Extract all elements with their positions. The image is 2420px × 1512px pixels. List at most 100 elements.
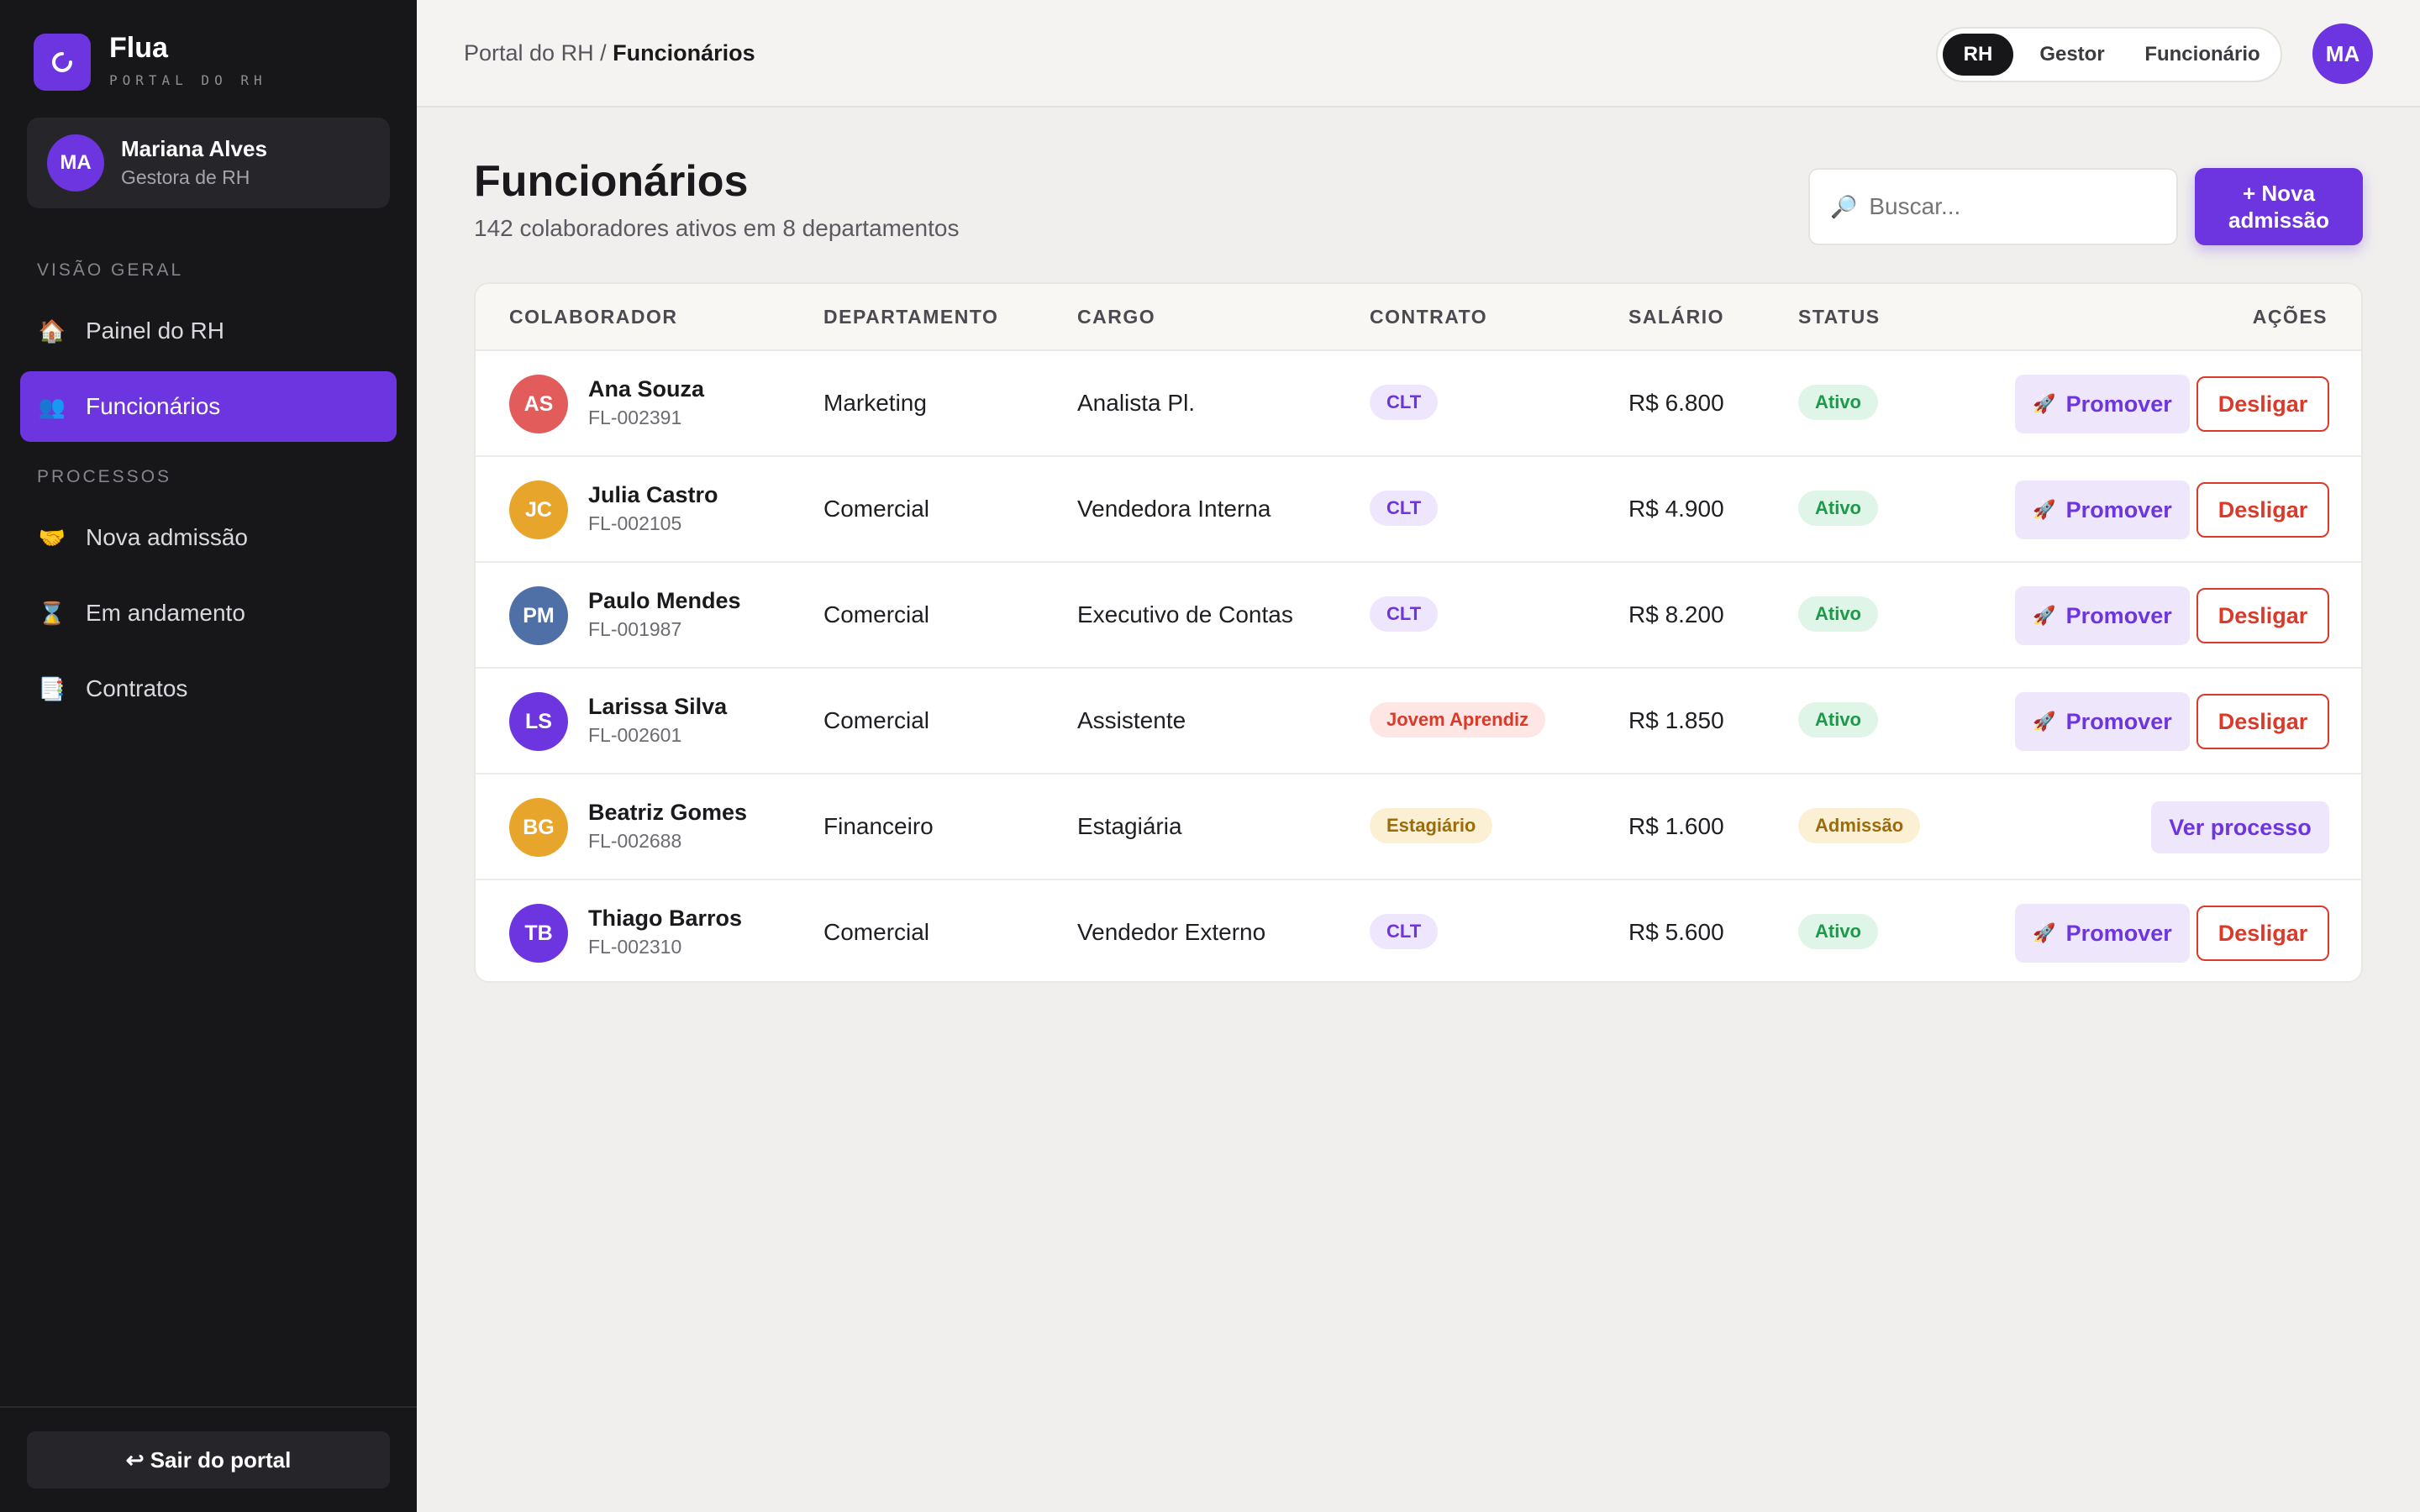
hourglass-icon: ⌛: [38, 600, 66, 626]
sidebar-item-label: Em andamento: [86, 600, 245, 626]
promote-label: Promover: [2065, 708, 2172, 734]
contract-badge: CLT: [1370, 914, 1439, 949]
table-row[interactable]: LS Larissa Silva FL-002601 Comercial Ass…: [476, 669, 2361, 774]
employee-name[interactable]: Paulo Mendes: [588, 588, 741, 614]
brand-subtitle: PORTAL DO RH: [109, 72, 267, 88]
column-header: COLABORADOR: [509, 306, 678, 328]
sidebar-item-em-andamento[interactable]: ⌛ Em andamento: [20, 578, 397, 648]
user-name: Mariana Alves: [121, 136, 267, 161]
column-header: CONTRATO: [1370, 306, 1488, 328]
table-row[interactable]: TB Thiago Barros FL-002310 Comercial Ven…: [476, 880, 2361, 981]
avatar: LS: [509, 692, 568, 751]
search-icon: 🔎: [1830, 193, 1858, 219]
table-row[interactable]: JC Julia Castro FL-002105 Comercial Vend…: [476, 457, 2361, 563]
avatar: JC: [509, 480, 568, 539]
rocket-icon: 🚀: [2033, 922, 2056, 943]
promote-button[interactable]: 🚀 Promover: [2015, 586, 2190, 645]
column-header: DEPARTAMENTO: [823, 306, 999, 328]
role-cell: Estagiária: [1077, 813, 1182, 839]
promote-label: Promover: [2065, 391, 2172, 417]
status-badge: Ativo: [1798, 914, 1878, 949]
department-cell: Financeiro: [823, 813, 934, 839]
refresh-icon: [34, 34, 91, 91]
users-icon: 👥: [38, 393, 66, 419]
column-header: CARGO: [1077, 306, 1156, 328]
sidebar-item-nova-admissao[interactable]: 🤝 Nova admissão: [20, 502, 397, 573]
promote-button[interactable]: 🚀 Promover: [2015, 692, 2190, 751]
user-role: Gestora de RH: [121, 166, 250, 188]
department-cell: Comercial: [823, 601, 930, 627]
dismiss-button[interactable]: Desligar: [2196, 376, 2329, 432]
employee-id: FL-002688: [588, 830, 682, 852]
contract-badge: Estagiário: [1370, 808, 1493, 843]
topbar: Portal do RH / Funcionários RH Gestor Fu…: [417, 0, 2420, 108]
salary-cell: R$ 1.600: [1628, 813, 1724, 839]
salary-cell: R$ 5.600: [1628, 919, 1724, 945]
contract-badge: CLT: [1370, 385, 1439, 420]
promote-button[interactable]: 🚀 Promover: [2015, 480, 2190, 539]
employee-name[interactable]: Julia Castro: [588, 482, 718, 508]
salary-cell: R$ 8.200: [1628, 601, 1724, 627]
promote-button[interactable]: 🚀 Promover: [2015, 904, 2190, 963]
employee-name[interactable]: Thiago Barros: [588, 906, 742, 932]
role-switch: RH Gestor Funcionário: [1936, 27, 2282, 82]
employee-name[interactable]: Larissa Silva: [588, 694, 727, 720]
table-row[interactable]: PM Paulo Mendes FL-001987 Comercial Exec…: [476, 563, 2361, 669]
dismiss-button[interactable]: Desligar: [2196, 482, 2329, 538]
column-header: AÇÕES: [2252, 306, 2328, 328]
brand-name: Flua: [109, 32, 168, 64]
sidebar-item-label: Nova admissão: [86, 524, 248, 550]
section-label-processes: PROCESSOS: [37, 467, 172, 486]
department-cell: Marketing: [823, 390, 927, 416]
role-tab-funcionario[interactable]: Funcionário: [2131, 34, 2274, 76]
contract-badge: Jovem Aprendiz: [1370, 702, 1546, 738]
handshake-icon: 🤝: [38, 524, 66, 550]
promote-label: Promover: [2065, 496, 2172, 522]
employee-id: FL-002391: [588, 407, 682, 428]
search-box: 🔎: [1808, 168, 2178, 245]
promote-button[interactable]: 🚀 Promover: [2015, 375, 2190, 433]
employee-id: FL-002105: [588, 512, 682, 534]
sidebar-item-contratos[interactable]: 📑 Contratos: [20, 654, 397, 724]
avatar: BG: [509, 798, 568, 857]
column-header: SALÁRIO: [1628, 306, 1724, 328]
table-row[interactable]: AS Ana Souza FL-002391 Marketing Analist…: [476, 351, 2361, 457]
view-process-button[interactable]: Ver processo: [2151, 801, 2329, 853]
sidebar-item-label: Funcionários: [86, 393, 221, 419]
logout-button[interactable]: ↩ Sair do portal: [27, 1431, 390, 1488]
rocket-icon: 🚀: [2033, 393, 2056, 414]
role-tab-gestor[interactable]: Gestor: [2013, 34, 2131, 76]
table-row[interactable]: BG Beatriz Gomes FL-002688 Financeiro Es…: [476, 774, 2361, 880]
salary-cell: R$ 1.850: [1628, 707, 1724, 733]
employee-id: FL-002310: [588, 936, 682, 958]
column-header: STATUS: [1798, 306, 1881, 328]
employee-id: FL-001987: [588, 618, 682, 640]
breadcrumb-separator: /: [593, 40, 613, 66]
breadcrumb-root[interactable]: Portal do RH: [464, 40, 594, 66]
contract-badge: CLT: [1370, 596, 1439, 632]
role-tab-rh[interactable]: RH: [1943, 34, 2013, 76]
home-icon: 🏠: [38, 318, 66, 344]
avatar[interactable]: MA: [2312, 24, 2373, 84]
promote-label: Promover: [2065, 602, 2172, 628]
avatar: MA: [47, 134, 104, 192]
user-card[interactable]: MA Mariana Alves Gestora de RH: [27, 118, 390, 208]
employee-name[interactable]: Ana Souza: [588, 376, 704, 402]
dismiss-button[interactable]: Desligar: [2196, 906, 2329, 961]
status-badge: Ativo: [1798, 385, 1878, 420]
dismiss-button[interactable]: Desligar: [2196, 694, 2329, 749]
employee-name[interactable]: Beatriz Gomes: [588, 800, 747, 826]
status-badge: Ativo: [1798, 702, 1878, 738]
avatar: AS: [509, 375, 568, 433]
sidebar-divider: [0, 1406, 417, 1408]
sidebar-item-painel[interactable]: 🏠 Painel do RH: [20, 296, 397, 366]
dismiss-button[interactable]: Desligar: [2196, 588, 2329, 643]
role-cell: Vendedor Externo: [1077, 919, 1266, 945]
search-input[interactable]: [1869, 193, 2155, 220]
rocket-icon: 🚀: [2033, 605, 2056, 626]
sidebar-item-funcionarios[interactable]: 👥 Funcionários: [20, 371, 397, 442]
new-admission-button[interactable]: + Nova admissão: [2195, 168, 2363, 245]
rocket-icon: 🚀: [2033, 499, 2056, 520]
salary-cell: R$ 6.800: [1628, 390, 1724, 416]
department-cell: Comercial: [823, 496, 930, 522]
